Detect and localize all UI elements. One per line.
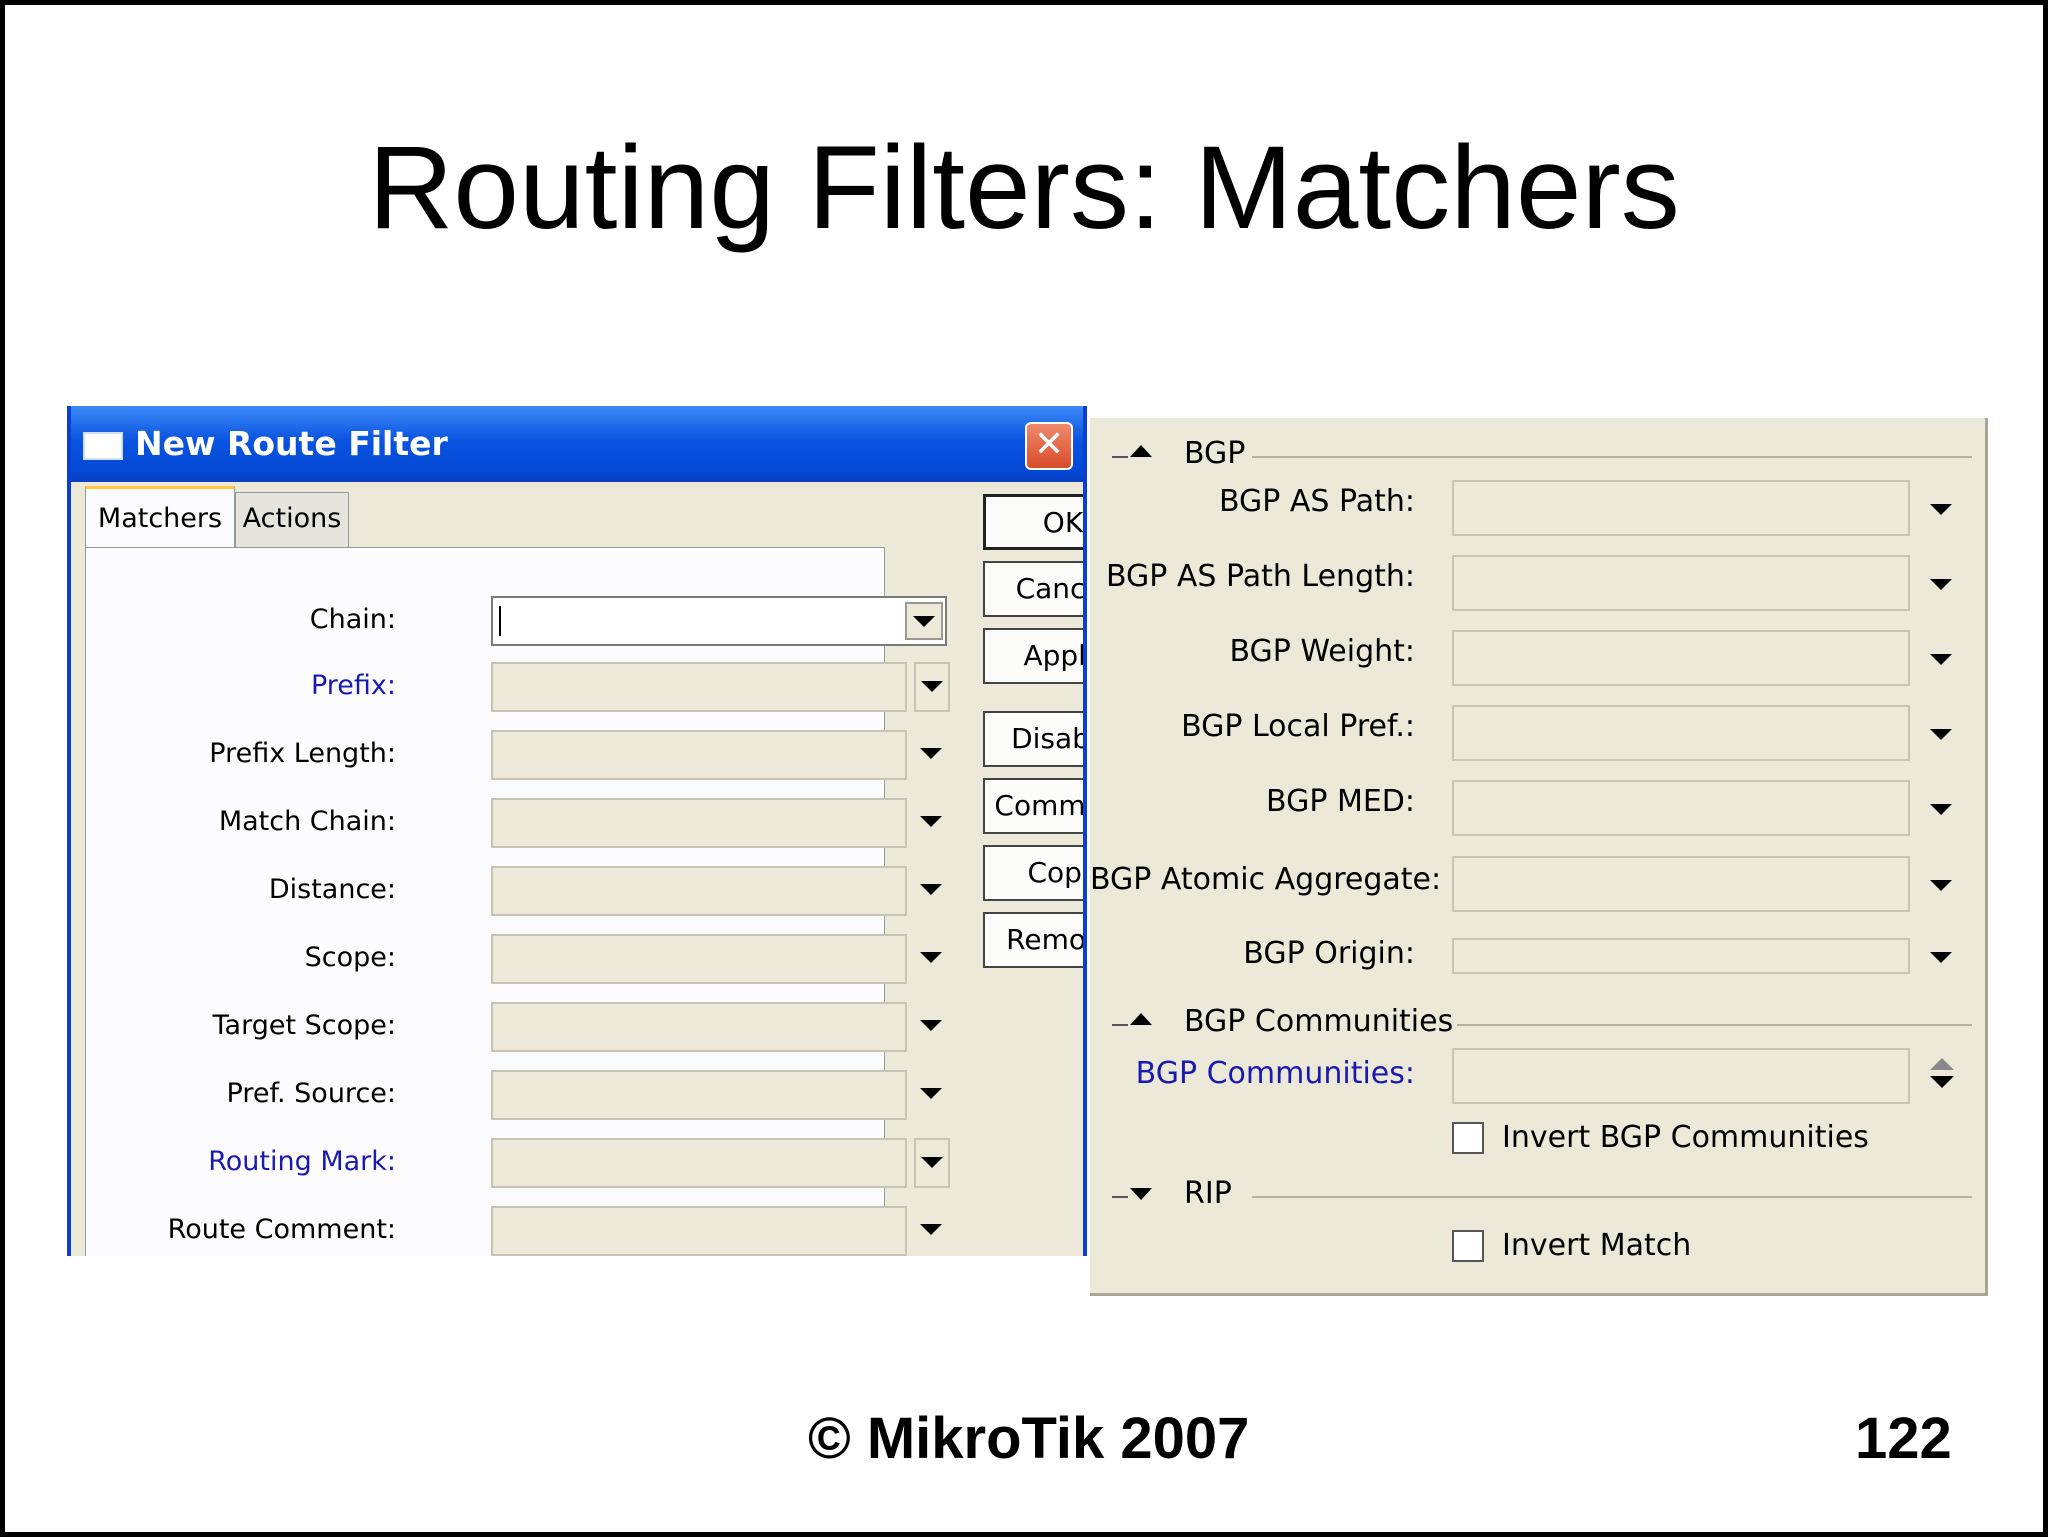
bgp-weight-dropdown-icon[interactable]: [1930, 654, 1952, 665]
pref-source-input[interactable]: [491, 1070, 907, 1120]
bgp-weight-input[interactable]: [1452, 630, 1910, 686]
bgp-weight-label: BGP Weight:: [1229, 634, 1415, 669]
chevron-down-icon: [921, 1157, 943, 1168]
spin-up-icon[interactable]: [1930, 1058, 1954, 1070]
bgp-as-path-label: BGP AS Path:: [1218, 484, 1415, 519]
matchers-tab-panel: Chain: Prefix: Prefix Length: Match Chai…: [85, 547, 950, 1256]
collapse-up-icon[interactable]: [1130, 1013, 1152, 1025]
chain-label: Chain:: [309, 604, 396, 635]
prefix-dropdown-button[interactable]: [914, 662, 950, 712]
routing-mark-label: Routing Mark:: [208, 1146, 396, 1177]
bgp-as-path-length-label: BGP AS Path Length:: [1105, 559, 1415, 594]
spin-down-icon[interactable]: [1930, 1076, 1954, 1088]
pref-source-label: Pref. Source:: [226, 1078, 396, 1109]
section-dash: [1112, 1024, 1128, 1026]
route-comment-input[interactable]: [491, 1206, 907, 1256]
routing-mark-dropdown-button[interactable]: [914, 1138, 950, 1188]
target-scope-dropdown-icon[interactable]: [920, 1020, 942, 1031]
match-chain-input[interactable]: [491, 798, 907, 848]
cancel-button[interactable]: Cancel: [983, 561, 1083, 617]
bgp-med-input[interactable]: [1452, 780, 1910, 836]
chevron-down-icon: [913, 616, 935, 627]
invert-match-checkbox[interactable]: [1452, 1230, 1484, 1262]
bgp-origin-input[interactable]: [1452, 938, 1910, 974]
invert-match-label: Invert Match: [1502, 1228, 1692, 1263]
bgp-origin-label: BGP Origin:: [1243, 936, 1415, 971]
scope-label: Scope:: [304, 942, 396, 973]
bgp-atomic-aggregate-input[interactable]: [1452, 856, 1910, 912]
prefix-label: Prefix:: [310, 670, 396, 701]
window-titlebar[interactable]: New Route Filter ✕: [71, 406, 1083, 482]
disable-button[interactable]: Disable: [983, 711, 1083, 767]
rip-section-title: RIP: [1184, 1176, 1232, 1211]
match-chain-dropdown-icon[interactable]: [920, 816, 942, 827]
rip-section-header[interactable]: RIP: [1112, 1176, 1972, 1214]
ok-button[interactable]: OK: [983, 494, 1083, 550]
section-divider: [1457, 1024, 1972, 1026]
prefix-length-input[interactable]: [491, 730, 907, 780]
bgp-as-path-length-input[interactable]: [1452, 555, 1910, 611]
prefix-input[interactable]: [491, 662, 907, 712]
bgp-local-pref-dropdown-icon[interactable]: [1930, 729, 1952, 740]
slide-title: Routing Filters: Matchers: [368, 122, 1680, 254]
new-route-filter-window: New Route Filter ✕ Matchers Actions Chai…: [67, 406, 1087, 1256]
bgp-matchers-panel: BGP BGP AS Path: BGP AS Path Length: BGP…: [1090, 418, 1988, 1296]
section-divider: [1252, 456, 1972, 458]
bgp-atomic-aggregate-label: BGP Atomic Aggregate:: [1090, 862, 1442, 897]
comment-button[interactable]: Comment: [983, 778, 1083, 834]
invert-bgp-communities-label: Invert BGP Communities: [1502, 1120, 1869, 1155]
routing-mark-input[interactable]: [491, 1138, 907, 1188]
scope-input[interactable]: [491, 934, 907, 984]
text-caret: [499, 606, 501, 636]
bgp-communities-label: BGP Communities:: [1135, 1056, 1415, 1091]
window-icon: [83, 432, 123, 460]
distance-label: Distance:: [268, 874, 396, 905]
bgp-section-title: BGP: [1184, 436, 1246, 471]
pref-source-dropdown-icon[interactable]: [920, 1088, 942, 1099]
distance-input[interactable]: [491, 866, 907, 916]
page-number: 122: [1855, 1406, 1952, 1471]
bgp-atomic-aggregate-dropdown-icon[interactable]: [1930, 880, 1952, 891]
bgp-local-pref-input[interactable]: [1452, 705, 1910, 761]
window-title: New Route Filter: [135, 424, 448, 463]
bgp-communities-input[interactable]: [1452, 1048, 1910, 1104]
footer-copyright: © MikroTik 2007: [808, 1406, 1250, 1471]
match-chain-label: Match Chain:: [218, 806, 396, 837]
bgp-communities-section-header[interactable]: BGP Communities: [1112, 1004, 1972, 1042]
bgp-as-path-length-dropdown-icon[interactable]: [1930, 579, 1952, 590]
bgp-med-label: BGP MED:: [1266, 784, 1415, 819]
distance-dropdown-icon[interactable]: [920, 884, 942, 895]
bgp-as-path-input[interactable]: [1452, 480, 1910, 536]
bgp-origin-dropdown-icon[interactable]: [1930, 952, 1952, 963]
bgp-communities-section-title: BGP Communities: [1184, 1004, 1454, 1039]
remove-button[interactable]: Remove: [983, 912, 1083, 968]
collapse-up-icon[interactable]: [1130, 445, 1152, 457]
target-scope-label: Target Scope:: [212, 1010, 396, 1041]
target-scope-input[interactable]: [491, 1002, 907, 1052]
bgp-med-dropdown-icon[interactable]: [1930, 804, 1952, 815]
scope-dropdown-icon[interactable]: [920, 952, 942, 963]
bgp-local-pref-label: BGP Local Pref.:: [1181, 709, 1415, 744]
prefix-length-dropdown-icon[interactable]: [920, 748, 942, 759]
route-comment-dropdown-icon[interactable]: [920, 1224, 942, 1235]
tab-actions[interactable]: Actions: [235, 492, 349, 548]
apply-button[interactable]: Apply: [983, 628, 1083, 684]
bgp-as-path-dropdown-icon[interactable]: [1930, 504, 1952, 515]
section-dash: [1112, 1196, 1128, 1198]
prefix-length-label: Prefix Length:: [209, 738, 396, 769]
close-button[interactable]: ✕: [1025, 422, 1073, 470]
expand-down-icon[interactable]: [1130, 1188, 1152, 1200]
chain-input[interactable]: [491, 596, 947, 646]
bgp-section-header[interactable]: BGP: [1112, 436, 1972, 474]
route-comment-label: Route Comment:: [167, 1214, 396, 1245]
copy-button[interactable]: Copy: [983, 845, 1083, 901]
chain-dropdown-button[interactable]: [905, 602, 943, 640]
chevron-down-icon: [921, 681, 943, 692]
invert-bgp-communities-checkbox[interactable]: [1452, 1122, 1484, 1154]
section-dash: [1112, 456, 1128, 458]
section-divider: [1252, 1196, 1972, 1198]
tab-matchers[interactable]: Matchers: [85, 486, 235, 548]
